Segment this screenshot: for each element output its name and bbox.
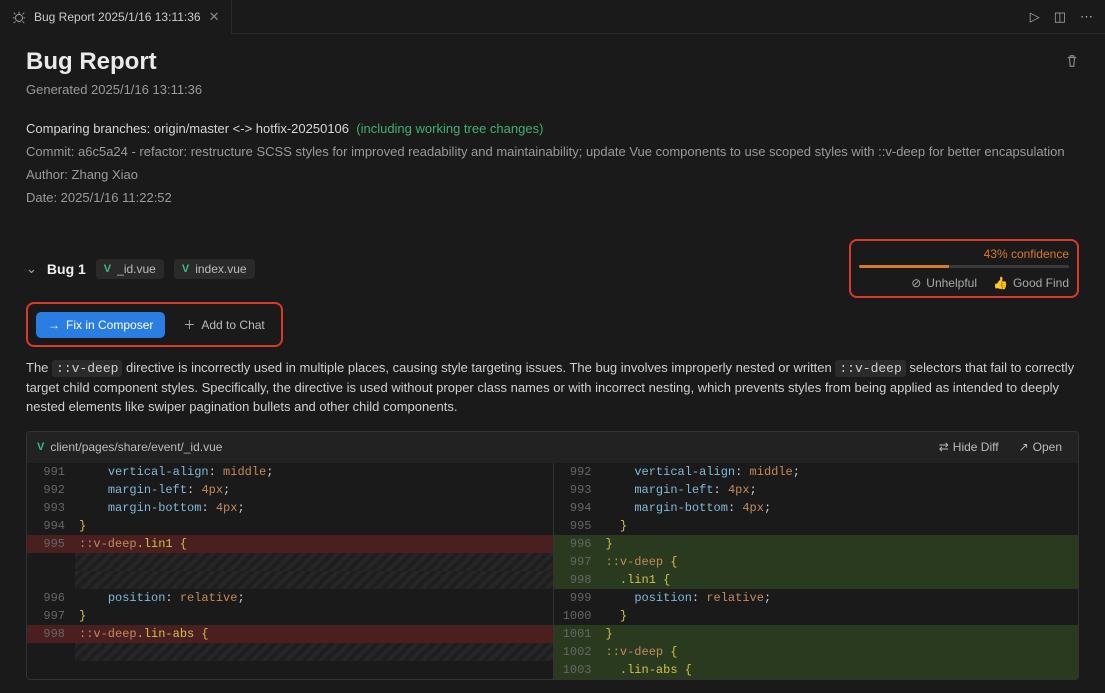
diff-row: 993 margin-bottom: 4px;: [27, 499, 553, 517]
diff-row: 998::v-deep.lin-abs {: [27, 625, 553, 643]
open-button[interactable]: ↗Open: [1013, 438, 1068, 457]
tab-title: Bug Report 2025/1/16 13:11:36: [34, 10, 201, 24]
bug-description: The ::v-deep directive is incorrectly us…: [26, 359, 1079, 417]
commit-line: Commit: a6c5a24 - refactor: restructure …: [26, 144, 1079, 159]
compare-block: Comparing branches: origin/master <-> ho…: [26, 121, 1079, 205]
page-header: Bug Report: [26, 48, 1079, 76]
vue-icon: V: [182, 263, 189, 275]
diff-row: 998 .lin1 {: [554, 571, 1079, 589]
diff-row: 992 margin-left: 4px;: [27, 481, 553, 499]
diff-panel: V client/pages/share/event/_id.vue ⇄Hide…: [26, 431, 1079, 680]
thumbs-up-icon: 👍: [993, 276, 1008, 290]
trash-icon[interactable]: [1065, 54, 1079, 71]
diff-row: 996}: [554, 535, 1079, 553]
confidence-highlight: 43% confidence ⊘Unhelpful 👍Good Find: [849, 239, 1079, 298]
bug-icon: [12, 10, 26, 24]
page-title: Bug Report: [26, 48, 157, 76]
good-find-button[interactable]: 👍Good Find: [993, 276, 1069, 290]
add-to-chat-button[interactable]: ＋ Add to Chat: [175, 310, 272, 339]
open-icon: ↗: [1019, 440, 1029, 455]
diff-row: 995 }: [554, 517, 1079, 535]
compare-label: Comparing branches: origin/master <-> ho…: [26, 121, 349, 136]
diff-row: 1000 }: [554, 607, 1079, 625]
diff-row: 995::v-deep.lin1 {: [27, 535, 553, 553]
compare-note: (including working tree changes): [356, 121, 543, 136]
plus-icon: ＋: [183, 316, 195, 333]
file-chip-0[interactable]: V_id.vue: [96, 259, 164, 279]
editor-tab[interactable]: Bug Report 2025/1/16 13:11:36 ✕: [0, 0, 232, 34]
close-icon[interactable]: ✕: [209, 9, 220, 25]
chevron-down-icon[interactable]: ⌄: [26, 261, 37, 277]
titlebar-actions: ▷ ◫ ⋯: [1030, 9, 1105, 25]
unhelpful-button[interactable]: ⊘Unhelpful: [911, 276, 977, 290]
actions-highlight: → Fix in Composer ＋ Add to Chat: [26, 302, 283, 347]
diff-left-pane[interactable]: 991 vertical-align: middle;992 margin-le…: [27, 463, 553, 679]
vue-icon: V: [37, 441, 44, 453]
date-line: Date: 2025/1/16 11:22:52: [26, 190, 1079, 205]
ban-icon: ⊘: [911, 276, 921, 290]
bug-section: ⌄ Bug 1 V_id.vue Vindex.vue 43% confiden…: [26, 239, 1079, 680]
diff-row: 997}: [27, 607, 553, 625]
diff-right-pane[interactable]: 992 vertical-align: middle;993 margin-le…: [553, 463, 1079, 679]
diff-row: 992 vertical-align: middle;: [554, 463, 1079, 481]
diff-row: 991 vertical-align: middle;: [27, 463, 553, 481]
fix-in-composer-button[interactable]: → Fix in Composer: [36, 312, 165, 338]
more-icon[interactable]: ⋯: [1080, 9, 1093, 25]
diff-row: 993 margin-left: 4px;: [554, 481, 1079, 499]
diff-row: 997::v-deep {: [554, 553, 1079, 571]
diff-row: 996 position: relative;: [27, 589, 553, 607]
run-icon[interactable]: ▷: [1030, 9, 1040, 25]
split-icon[interactable]: ◫: [1054, 9, 1066, 25]
diff-row: 994 margin-bottom: 4px;: [554, 499, 1079, 517]
diff-row: 1002::v-deep {: [554, 643, 1079, 661]
titlebar: Bug Report 2025/1/16 13:11:36 ✕ ▷ ◫ ⋯: [0, 0, 1105, 34]
hide-diff-button[interactable]: ⇄Hide Diff: [933, 438, 1005, 457]
diff-row: 1001}: [554, 625, 1079, 643]
diff-filepath: client/pages/share/event/_id.vue: [50, 440, 222, 454]
generated-line: Generated 2025/1/16 13:11:36: [26, 82, 1079, 97]
confidence-label: 43% confidence: [859, 247, 1069, 261]
bug-title: Bug 1: [47, 261, 86, 277]
diff-row: 994}: [27, 517, 553, 535]
file-chip-1[interactable]: Vindex.vue: [174, 259, 255, 279]
diff-row: 999 position: relative;: [554, 589, 1079, 607]
diff-icon: ⇄: [939, 440, 949, 455]
author-line: Author: Zhang Xiao: [26, 167, 1079, 182]
vue-icon: V: [104, 263, 111, 275]
confidence-bar: [859, 265, 1069, 268]
arrow-right-icon: →: [48, 318, 60, 332]
diff-row: 1003 .lin-abs {: [554, 661, 1079, 679]
